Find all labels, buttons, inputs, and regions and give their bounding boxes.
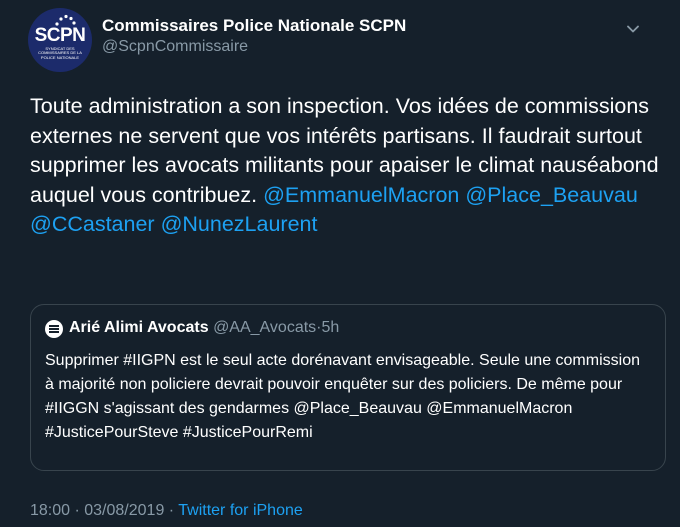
avatar[interactable]: SCPN SYNDICAT DES COMMISSAIRES DE LA POL… <box>28 8 92 72</box>
avatar-logo-text: SCPN <box>34 24 86 46</box>
logo-stars-icon <box>55 14 76 26</box>
tweet-footer: 18:00 · 03/08/2019 · Twitter for iPhone <box>30 502 303 520</box>
chevron-down-icon[interactable] <box>626 22 640 36</box>
quoted-avatar <box>45 320 63 338</box>
tweet-text: Toute administration a son inspection. V… <box>30 92 660 240</box>
mention-link[interactable]: @CCastaner <box>30 212 155 236</box>
quoted-text: Supprimer #IIGPN est le seul acte doréna… <box>45 352 640 441</box>
mention-link[interactable]: @Place_Beauvau <box>465 183 637 207</box>
quoted-author-name: Arié Alimi Avocats <box>69 319 209 336</box>
author-handle[interactable]: @ScpnCommissaire <box>102 38 248 56</box>
mention-link[interactable]: @EmmanuelMacron <box>263 183 459 207</box>
quoted-header: Arié Alimi Avocats @AA_Avocats·5h <box>69 319 339 337</box>
avatar-logo-subtext: SYNDICAT DES COMMISSAIRES DE LA POLICE N… <box>38 45 82 60</box>
quoted-author-handle: @AA_Avocats <box>213 319 317 336</box>
tweet-source-link[interactable]: Twitter for iPhone <box>178 502 303 519</box>
quoted-tweet[interactable]: Arié Alimi Avocats @AA_Avocats·5h Suppri… <box>30 304 666 471</box>
mention-link[interactable]: @NunezLaurent <box>161 212 318 236</box>
quoted-time: 5h <box>321 319 340 336</box>
tweet-timestamp: 18:00 · 03/08/2019 · <box>30 502 179 519</box>
author-display-name[interactable]: Commissaires Police Nationale SCPN <box>102 16 406 36</box>
